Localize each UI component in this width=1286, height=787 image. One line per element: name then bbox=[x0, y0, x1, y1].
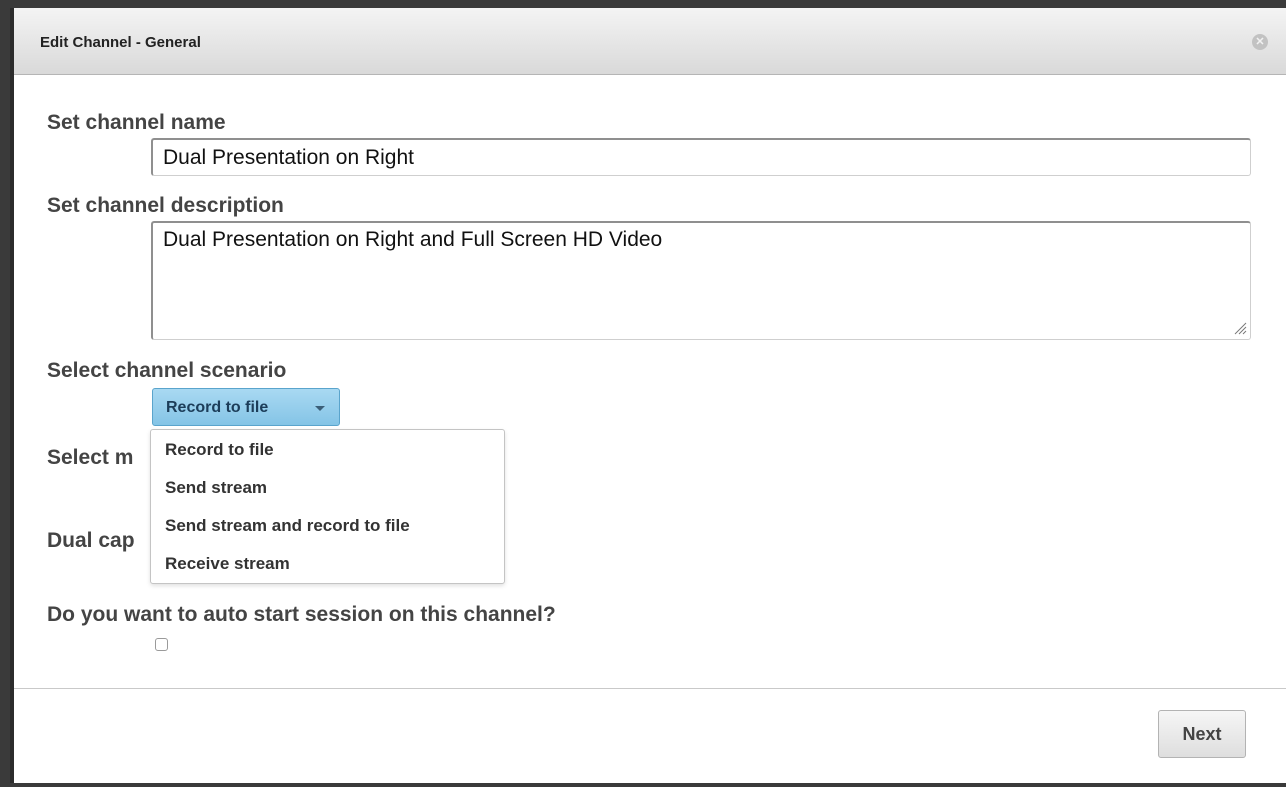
close-icon[interactable]: ✕ bbox=[1252, 34, 1268, 50]
scenario-dropdown-menu: Record to file Send stream Send stream a… bbox=[150, 429, 505, 584]
auto-start-checkbox[interactable] bbox=[155, 638, 168, 651]
edit-channel-dialog: Edit Channel - General ✕ Set channel nam… bbox=[10, 8, 1286, 783]
caret-down-icon bbox=[315, 406, 325, 411]
dialog-titlebar: Edit Channel - General ✕ bbox=[14, 8, 1286, 75]
dialog-title: Edit Channel - General bbox=[40, 34, 201, 51]
menu-item-send-stream[interactable]: Send stream bbox=[151, 474, 504, 512]
dual-cap-label: Dual cap bbox=[47, 529, 135, 552]
resize-grip-icon[interactable] bbox=[1231, 319, 1247, 335]
menu-item-send-stream-and-record[interactable]: Send stream and record to file bbox=[151, 512, 504, 550]
footer-divider bbox=[14, 688, 1286, 689]
menu-item-receive-stream[interactable]: Receive stream bbox=[151, 550, 504, 588]
channel-name-label: Set channel name bbox=[47, 111, 226, 134]
channel-scenario-label: Select channel scenario bbox=[47, 359, 287, 382]
channel-name-input[interactable] bbox=[151, 138, 1251, 176]
scenario-select-button[interactable]: Record to file bbox=[152, 388, 340, 426]
next-button[interactable]: Next bbox=[1158, 710, 1246, 758]
scenario-selected-value: Record to file bbox=[166, 399, 269, 416]
channel-description-textarea[interactable]: Dual Presentation on Right and Full Scre… bbox=[151, 221, 1251, 340]
auto-start-label: Do you want to auto start session on thi… bbox=[47, 603, 556, 626]
menu-item-record-to-file[interactable]: Record to file bbox=[151, 436, 504, 474]
select-m-label: Select m bbox=[47, 446, 134, 469]
channel-description-label: Set channel description bbox=[47, 194, 284, 217]
